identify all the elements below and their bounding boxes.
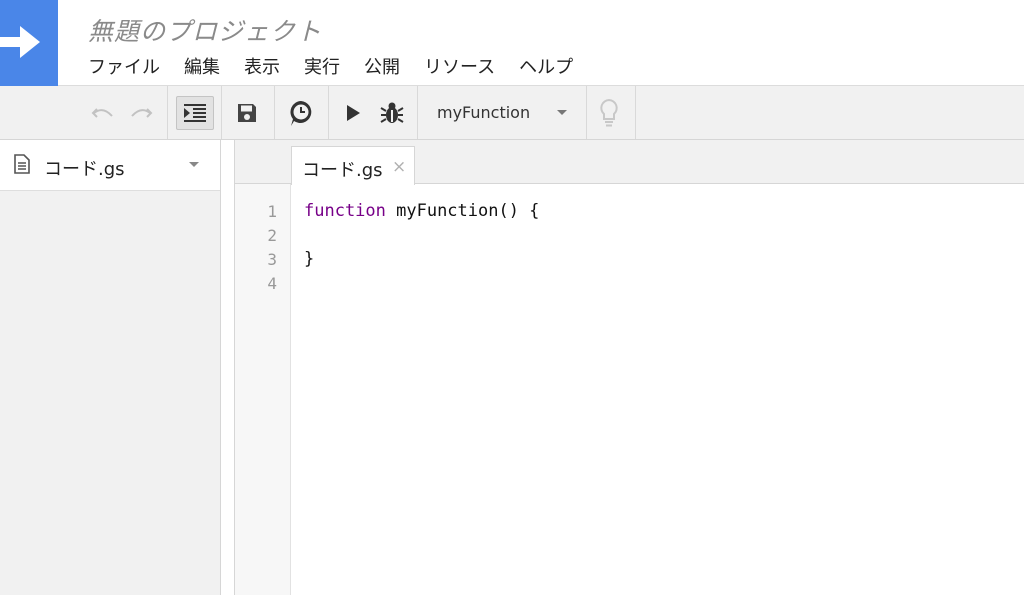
lightbulb-icon <box>600 98 618 126</box>
code-editor[interactable]: function myFunction() { } <box>304 184 1014 595</box>
toolbar-divider <box>586 86 587 139</box>
undo-icon <box>91 107 113 118</box>
header: 無題のプロジェクト ファイル 編集 表示 実行 公開 リソース ヘルプ <box>0 0 1024 86</box>
menubar: ファイル 編集 表示 実行 公開 リソース ヘルプ <box>88 53 597 79</box>
toolbar: myFunction <box>0 86 1024 140</box>
editor-tabstrip: コード.gs × <box>235 140 1024 185</box>
line-number: 3 <box>267 250 277 269</box>
menu-help[interactable]: ヘルプ <box>519 53 573 79</box>
toolbar-divider <box>167 86 168 139</box>
indent-button[interactable] <box>175 86 215 139</box>
debug-bug-icon <box>380 102 404 123</box>
undo-button[interactable] <box>86 86 120 139</box>
toolbar-divider <box>274 86 275 139</box>
chevron-down-icon <box>557 110 567 115</box>
save-button[interactable] <box>226 86 268 139</box>
toolbar-divider <box>221 86 222 139</box>
sidebar-file-name: コード.gs <box>44 159 125 180</box>
save-icon <box>238 103 256 122</box>
indent-icon <box>184 103 206 122</box>
menu-edit[interactable]: 編集 <box>184 53 220 79</box>
triggers-button[interactable] <box>280 86 322 139</box>
line-number: 1 <box>267 202 277 221</box>
file-document-icon <box>14 154 30 174</box>
code-line[interactable]: function myFunction() { <box>304 201 539 225</box>
run-icon <box>347 104 360 121</box>
code-text: myFunction() { <box>385 201 540 221</box>
menu-run[interactable]: 実行 <box>304 53 340 79</box>
app-logo[interactable] <box>0 0 58 86</box>
file-sidebar: コード.gs <box>0 140 221 595</box>
redo-button[interactable] <box>124 86 158 139</box>
code-keyword: function <box>304 201 386 221</box>
toolbar-divider <box>417 86 418 139</box>
function-select[interactable]: myFunction <box>437 86 577 139</box>
toolbar-divider <box>635 86 636 139</box>
trigger-clock-icon <box>290 100 312 126</box>
menu-publish[interactable]: 公開 <box>364 53 400 79</box>
redo-icon <box>131 107 153 118</box>
sidebar-file-item[interactable]: コード.gs <box>0 140 220 191</box>
code-line[interactable]: } <box>304 249 314 273</box>
function-select-label: myFunction <box>437 103 531 122</box>
menu-view[interactable]: 表示 <box>244 53 280 79</box>
editor-area: コード.gs × 1 2 3 4 function myFunction() {… <box>234 140 1024 595</box>
project-title[interactable]: 無題のプロジェクト <box>88 12 322 48</box>
editor-tab-label: コード.gs <box>302 160 383 181</box>
run-button[interactable] <box>338 86 368 139</box>
line-number: 2 <box>267 226 277 245</box>
arrow-right-icon <box>0 26 40 58</box>
line-number: 4 <box>267 274 277 293</box>
suggestions-button[interactable] <box>592 86 626 139</box>
editor-tab[interactable]: コード.gs × <box>291 146 415 185</box>
close-icon[interactable]: × <box>392 157 406 177</box>
line-number-gutter: 1 2 3 4 <box>235 184 291 595</box>
toolbar-divider <box>328 86 329 139</box>
debug-button[interactable] <box>376 86 408 139</box>
menu-file[interactable]: ファイル <box>88 53 160 79</box>
menu-resources[interactable]: リソース <box>424 53 495 79</box>
chevron-down-icon[interactable] <box>189 162 199 167</box>
